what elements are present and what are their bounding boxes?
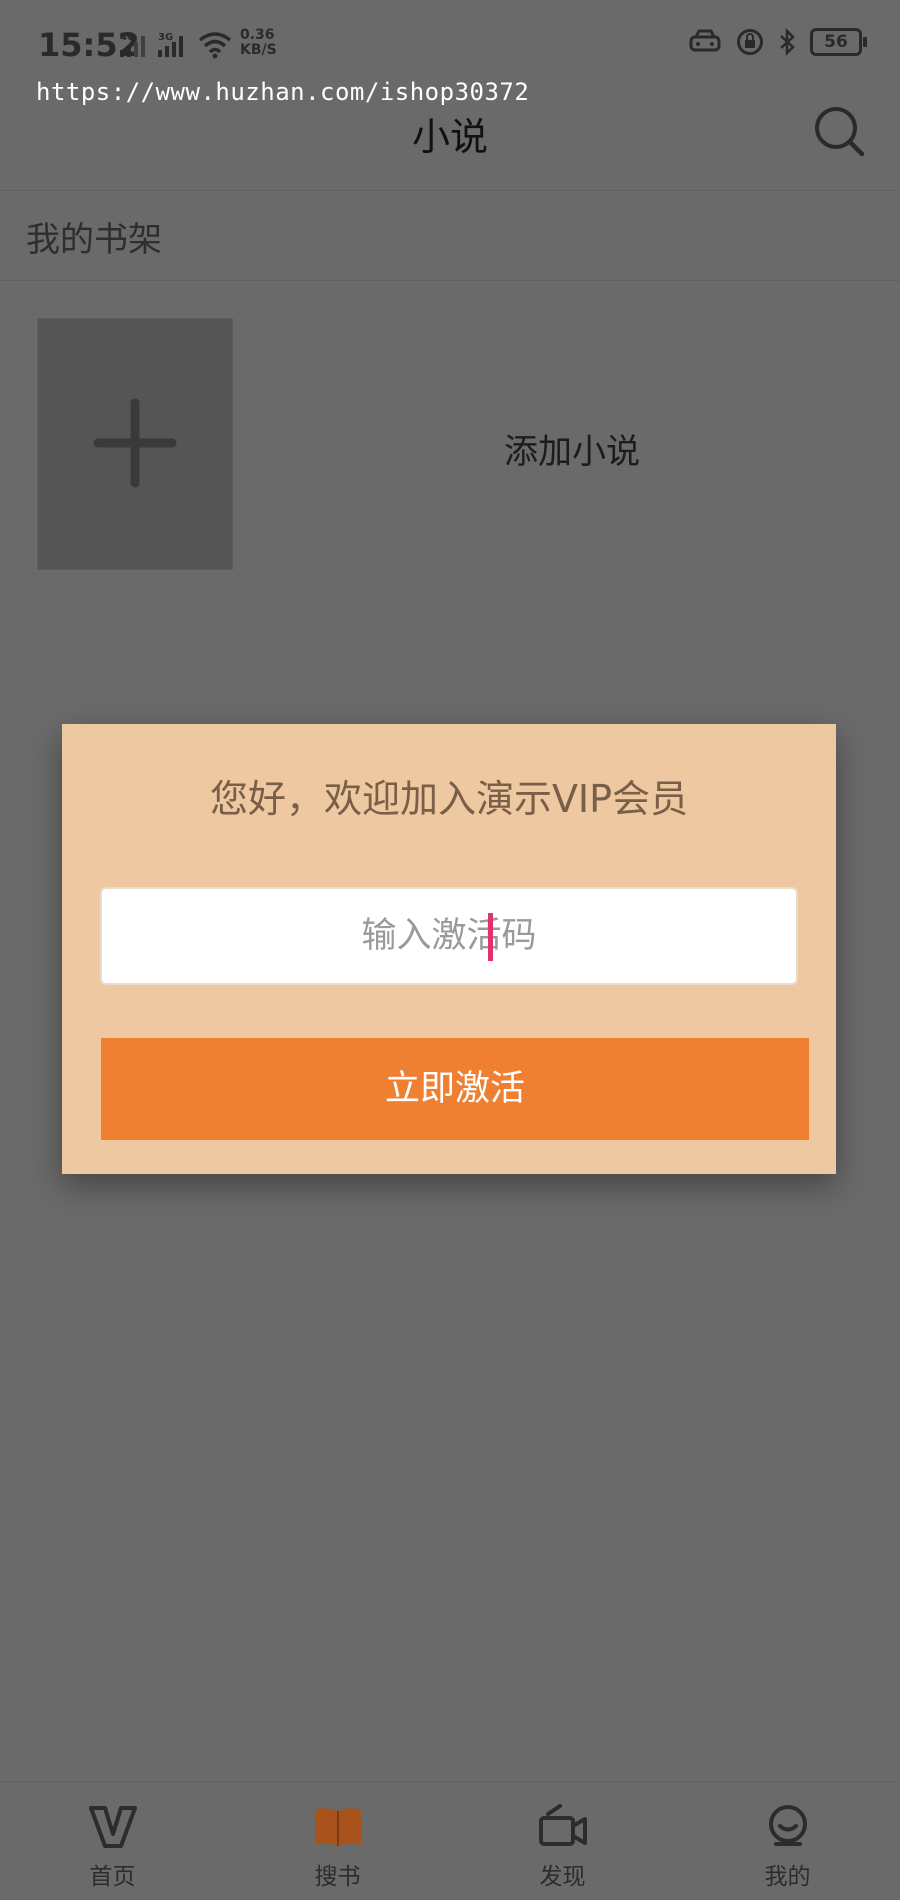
tab-label: 我的 xyxy=(764,1864,811,1890)
app-header: 小说 xyxy=(0,90,900,191)
signal-4g-icon: 4G xyxy=(120,32,145,57)
tab-home[interactable]: 首页 xyxy=(0,1782,225,1900)
activate-button[interactable]: 立即激活 xyxy=(101,1038,809,1140)
tab-search-books[interactable]: 搜书 xyxy=(225,1782,450,1900)
plus-icon xyxy=(93,398,177,488)
status-bar: 15:52 4G 3G 0.36 KB/S 56 xyxy=(0,0,900,90)
tab-label: 首页 xyxy=(89,1864,136,1890)
bookshelf-title: 我的书架 xyxy=(26,220,162,260)
book-icon xyxy=(315,1808,361,1846)
battery-indicator: 56 xyxy=(810,28,867,56)
activation-code-placeholder: 输入激活码 xyxy=(361,916,537,956)
tab-label: 发现 xyxy=(539,1864,586,1890)
network-speed: 0.36 KB/S xyxy=(240,27,277,58)
wifi-icon xyxy=(198,32,232,59)
add-novel-tile[interactable] xyxy=(37,318,233,570)
bluetooth-icon xyxy=(780,28,795,56)
vip-activation-dialog: 您好，欢迎加入演示VIP会员 输入激活码 立即激活 xyxy=(62,724,836,1174)
lock-rotation-icon xyxy=(737,29,763,55)
video-camera-icon xyxy=(539,1804,587,1846)
system-icons: 56 xyxy=(688,28,867,56)
svg-text:3G: 3G xyxy=(158,32,173,43)
v-logo-icon xyxy=(89,1806,137,1848)
svg-text:4G: 4G xyxy=(120,32,135,43)
signal-3g-icon: 3G xyxy=(158,32,183,57)
car-icon xyxy=(689,29,721,52)
dialog-title: 您好，欢迎加入演示VIP会员 xyxy=(209,777,689,821)
profile-icon xyxy=(769,1805,807,1846)
search-icon[interactable] xyxy=(812,104,866,158)
tab-discover[interactable]: 发现 xyxy=(450,1782,675,1900)
bottom-tab-bar: 首页 搜书 发现 我的 xyxy=(0,1781,900,1900)
add-novel-label[interactable]: 添加小说 xyxy=(504,424,640,473)
page-title: 小说 xyxy=(411,115,488,159)
divider xyxy=(0,280,900,281)
tab-label: 搜书 xyxy=(314,1864,361,1890)
tab-mine[interactable]: 我的 xyxy=(675,1782,900,1900)
text-cursor xyxy=(488,913,493,961)
activation-code-input[interactable]: 输入激活码 xyxy=(100,887,798,985)
